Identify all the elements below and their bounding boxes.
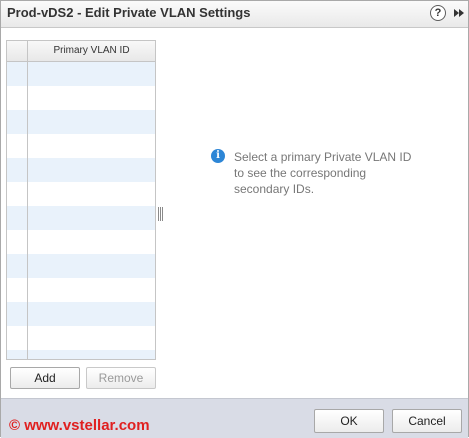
row-selector[interactable] [7, 206, 28, 230]
watermark-text: © www.vstellar.com [9, 417, 150, 434]
row-selector[interactable] [7, 350, 28, 359]
row-selector[interactable] [7, 182, 28, 206]
primary-vlan-id-column-header[interactable]: Primary VLAN ID [28, 41, 155, 61]
row-selector[interactable] [7, 302, 28, 326]
panel-splitter[interactable] [158, 207, 163, 221]
info-message: Select a primary Private VLAN ID to see … [234, 149, 434, 197]
add-button[interactable]: Add [10, 367, 80, 389]
row-selector[interactable] [7, 86, 28, 110]
row-selector[interactable] [7, 254, 28, 278]
row-selector[interactable] [7, 230, 28, 254]
dialog-titlebar: Prod-vDS2 - Edit Private VLAN Settings ? [1, 1, 468, 28]
table-row[interactable] [7, 278, 155, 302]
table-row[interactable] [7, 254, 155, 278]
table-row[interactable] [7, 206, 155, 230]
info-icon: i [211, 149, 225, 163]
info-line: secondary IDs. [234, 182, 315, 196]
ok-button[interactable]: OK [314, 409, 384, 433]
help-icon[interactable]: ? [430, 5, 446, 21]
row-selector[interactable] [7, 62, 28, 86]
row-selector[interactable] [7, 326, 28, 350]
list-rows [7, 62, 155, 359]
row-selector-header [7, 41, 28, 61]
remove-button: Remove [86, 367, 156, 389]
info-line: to see the corresponding [234, 166, 367, 180]
row-selector[interactable] [7, 158, 28, 182]
cancel-button[interactable]: Cancel [392, 409, 462, 433]
table-row[interactable] [7, 182, 155, 206]
row-selector[interactable] [7, 110, 28, 134]
row-selector[interactable] [7, 278, 28, 302]
table-row[interactable] [7, 110, 155, 134]
table-row[interactable] [7, 230, 155, 254]
list-header: Primary VLAN ID [7, 41, 155, 62]
table-row[interactable] [7, 158, 155, 182]
primary-vlan-list[interactable]: Primary VLAN ID [6, 40, 156, 360]
table-row[interactable] [7, 302, 155, 326]
row-selector[interactable] [7, 134, 28, 158]
table-row[interactable] [7, 62, 155, 86]
table-row[interactable] [7, 326, 155, 350]
info-line: Select a primary Private VLAN ID [234, 150, 412, 164]
dialog-footer: © www.vstellar.com OK Cancel [1, 398, 468, 438]
dialog-title: Prod-vDS2 - Edit Private VLAN Settings [7, 5, 251, 20]
expand-icon[interactable] [452, 6, 466, 20]
table-row[interactable] [7, 86, 155, 110]
table-row[interactable] [7, 350, 155, 359]
edit-private-vlan-dialog: Prod-vDS2 - Edit Private VLAN Settings ?… [0, 0, 469, 438]
table-row[interactable] [7, 134, 155, 158]
